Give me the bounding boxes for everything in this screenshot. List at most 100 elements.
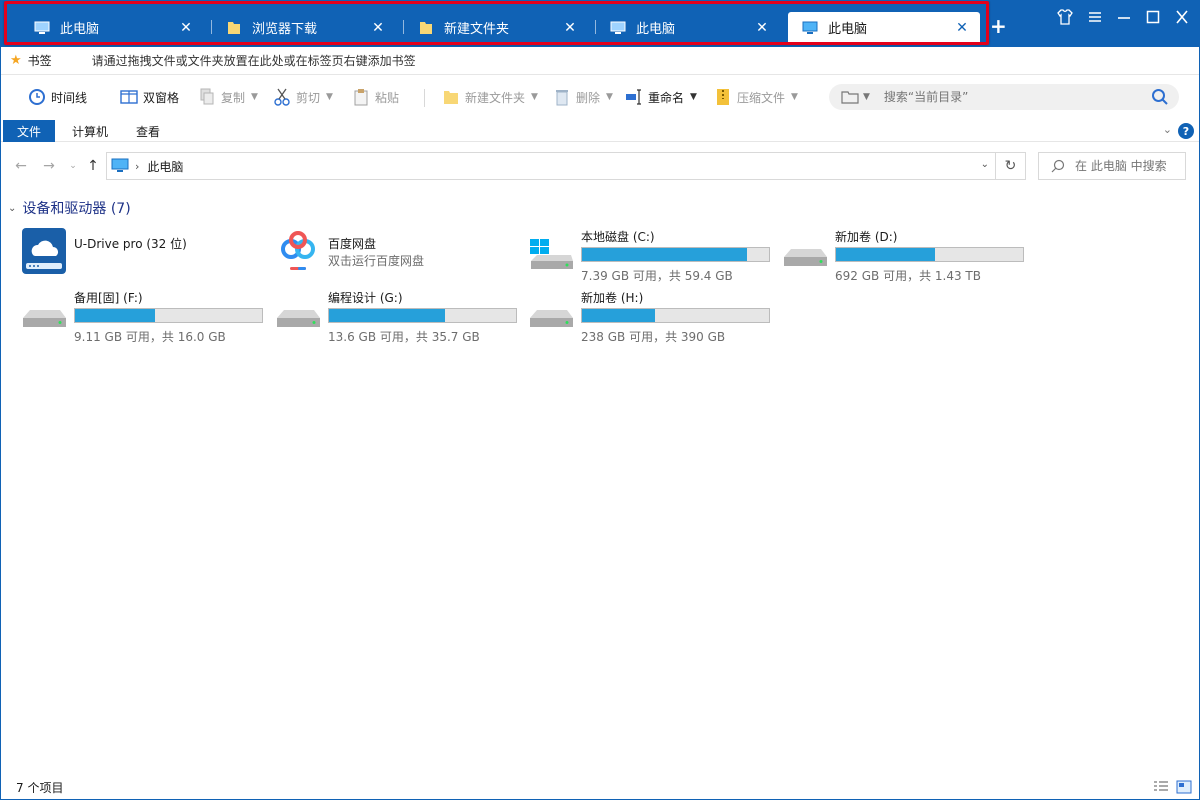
clock-icon [29, 89, 45, 105]
timeline-label: 时间线 [51, 90, 88, 105]
hard-drive-icon [784, 249, 827, 266]
new-tab-button[interactable]: + [990, 16, 1007, 36]
hard-drive-icon [530, 310, 573, 327]
tab-computer[interactable]: 计算机 [64, 120, 116, 142]
search-bar: ▼ [829, 84, 1179, 110]
drive-usage-fill [75, 309, 156, 322]
dual-pane-label: 双窗格 [143, 90, 180, 105]
close-window-button[interactable] [1171, 6, 1193, 28]
drive-usage-bar [581, 247, 770, 262]
skin-button[interactable] [1054, 6, 1076, 28]
search-icon [1051, 159, 1065, 173]
drive-free-space: 7.39 GB 可用，共 59.4 GB [581, 269, 733, 283]
minimize-button[interactable] [1113, 6, 1135, 28]
back-button[interactable]: ← [12, 156, 30, 176]
folder-search-input[interactable] [1075, 159, 1185, 173]
delete-button[interactable]: 删除 ▼ [553, 80, 613, 114]
compress-button[interactable]: 压缩文件 ▼ [714, 80, 798, 114]
recent-locations-button[interactable]: ⌄ [64, 156, 82, 176]
drive-item-baidu[interactable]: 百度网盘 双击运行百度网盘 [274, 227, 524, 283]
new-folder-button[interactable]: 新建文件夹 ▼ [442, 80, 538, 114]
hard-drive-icon [23, 310, 66, 327]
scissors-icon [274, 88, 290, 106]
toolbar-divider [424, 89, 425, 107]
details-view-icon[interactable] [1153, 780, 1169, 794]
up-button[interactable]: ↑ [84, 156, 102, 176]
drive-item-g[interactable]: 编程设计 (G:) 13.6 GB 可用，共 35.7 GB [274, 288, 524, 344]
chevron-down-icon[interactable]: ▼ [606, 92, 613, 102]
address-bar[interactable]: › 此电脑 ⌄ [106, 152, 996, 180]
compress-label: 压缩文件 [737, 90, 786, 105]
chevron-down-icon[interactable]: ▼ [251, 92, 258, 102]
breadcrumb[interactable]: 此电脑 [147, 158, 183, 175]
rename-icon [626, 89, 641, 105]
bookmark-bar: ★ 书签 请通过拖拽文件或文件夹放置在此处或在标签页右键添加书签 [0, 47, 1200, 75]
ribbon-tabs: 文件 计算机 查看 ⌄ ? [0, 120, 1200, 142]
collapse-chevron-icon[interactable]: ⌄ [8, 203, 16, 214]
recycle-bin-icon [556, 90, 568, 106]
copy-icon [200, 88, 214, 105]
drive-item-h[interactable]: 新加卷 (H:) 238 GB 可用，共 390 GB [527, 288, 777, 344]
search-icon[interactable] [1151, 88, 1169, 106]
drive-name: 备用[固] (F:) [74, 291, 143, 305]
refresh-icon: ↻ [1004, 158, 1017, 174]
new-folder-label: 新建文件夹 [465, 90, 526, 105]
chevron-down-icon[interactable]: ▼ [791, 92, 798, 102]
chevron-down-icon[interactable]: ▼ [690, 92, 697, 102]
group-header[interactable]: ⌄ 设备和驱动器 (7) [8, 198, 131, 218]
bookmark-hint: 请通过拖拽文件或文件夹放置在此处或在标签页右键添加书签 [91, 54, 416, 68]
drive-name: 编程设计 (G:) [328, 291, 403, 305]
computer-icon [111, 158, 129, 172]
paste-label: 粘贴 [375, 90, 400, 105]
large-icons-view-icon[interactable] [1176, 780, 1192, 794]
drive-item-f[interactable]: 备用[固] (F:) 9.11 GB 可用，共 16.0 GB [20, 288, 270, 344]
maximize-button[interactable] [1142, 6, 1164, 28]
tabs-highlight-box [4, 1, 989, 45]
drive-name: 百度网盘 [328, 237, 377, 251]
drive-item-c[interactable]: 本地磁盘 (C:) 7.39 GB 可用，共 59.4 GB [527, 227, 777, 283]
tab-view[interactable]: 查看 [124, 120, 172, 142]
drive-usage-bar [581, 308, 770, 323]
cut-button[interactable]: 剪切 ▼ [273, 80, 333, 114]
chevron-down-icon[interactable]: ▼ [531, 92, 538, 102]
drive-item-d[interactable]: 新加卷 (D:) 692 GB 可用，共 1.43 TB [781, 227, 1031, 283]
search-input[interactable] [883, 90, 1144, 104]
close-icon [1176, 10, 1188, 24]
drive-free-space: 9.11 GB 可用，共 16.0 GB [74, 330, 226, 344]
cut-label: 剪切 [296, 90, 321, 105]
drive-usage-fill [329, 309, 445, 322]
help-icon[interactable]: ? [1178, 123, 1194, 139]
drive-usage-fill [582, 248, 747, 261]
folder-outline-icon[interactable] [841, 90, 859, 104]
rename-button[interactable]: 重命名 ▼ [625, 80, 697, 114]
drive-usage-fill [582, 309, 655, 322]
clipboard-icon [354, 89, 368, 106]
drive-free-space: 692 GB 可用，共 1.43 TB [835, 269, 981, 283]
forward-button[interactable]: → [40, 156, 58, 176]
drive-usage-bar [74, 308, 263, 323]
timeline-button[interactable]: 时间线 [28, 80, 87, 114]
chevron-down-icon[interactable]: ▼ [863, 92, 870, 102]
breadcrumb-chevron-icon[interactable]: › [135, 160, 139, 173]
drive-name: 新加卷 (H:) [581, 291, 644, 305]
baidu-netdisk-icon [281, 231, 315, 270]
tab-file[interactable]: 文件 [3, 120, 55, 142]
rename-label: 重命名 [648, 90, 685, 105]
hard-drive-icon [277, 310, 320, 327]
item-count: 7 个项目 [16, 780, 64, 795]
refresh-button[interactable]: ↻ [996, 152, 1026, 180]
chevron-down-icon[interactable]: ⌄ [981, 159, 989, 170]
copy-button[interactable]: 复制 ▼ [198, 80, 258, 114]
bookmark-title[interactable]: 书签 [28, 52, 52, 69]
expand-ribbon-icon[interactable]: ⌄ [1163, 123, 1172, 136]
dual-pane-icon [120, 90, 138, 104]
drive-item-udrive[interactable]: U-Drive pro (32 位) [20, 227, 270, 283]
drive-free-space: 238 GB 可用，共 390 GB [581, 330, 726, 344]
menu-button[interactable] [1084, 6, 1106, 28]
dual-pane-button[interactable]: 双窗格 [120, 80, 179, 114]
paste-button[interactable]: 粘贴 [352, 80, 399, 114]
arrow-right-icon: → [43, 158, 55, 174]
drive-name: 新加卷 (D:) [835, 230, 898, 244]
chevron-down-icon[interactable]: ▼ [326, 92, 333, 102]
drive-usage-bar [328, 308, 517, 323]
